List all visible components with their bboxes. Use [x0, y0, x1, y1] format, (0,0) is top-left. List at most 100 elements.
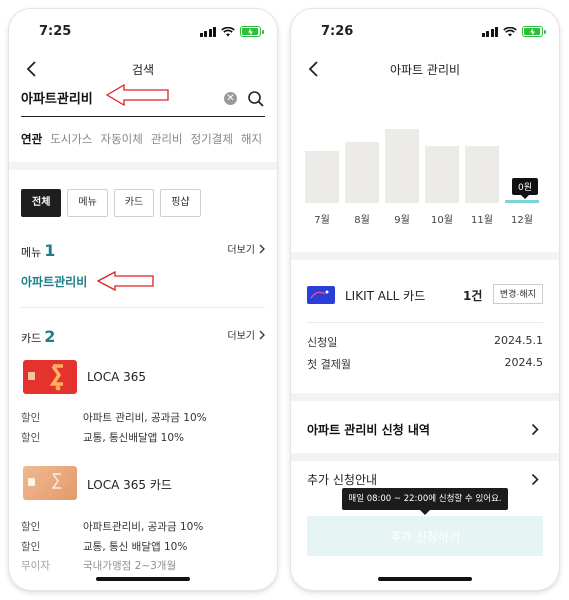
- section-divider: [291, 453, 559, 461]
- card-count: 1건: [463, 289, 483, 303]
- annotation-arrow-menu: [96, 270, 154, 292]
- chart-bar-5[interactable]: [465, 145, 499, 203]
- menu-label: 추가 신청안내: [307, 473, 378, 487]
- card-name[interactable]: LOCA 365: [87, 370, 146, 384]
- filter-shop[interactable]: 핑샵: [160, 189, 201, 217]
- status-bar: 7:25: [9, 9, 277, 49]
- card-benefit-row: 할인 아파트 관리비, 공과금 10%: [21, 410, 207, 425]
- registered-card-row: LIKIT ALL 카드 1건 변경·해지: [307, 284, 543, 306]
- benefit-value: 아파트 관리비, 공과금 10%: [83, 412, 207, 424]
- section-divider: [291, 393, 559, 401]
- info-value: 2024.5.1: [494, 334, 543, 347]
- section-divider: [291, 252, 559, 260]
- loca-365-card-image[interactable]: [23, 360, 77, 394]
- page-title: 아파트 관리비: [389, 63, 461, 77]
- chart-bar-3[interactable]: [385, 129, 419, 203]
- tab-autotransfer[interactable]: 자동이체: [101, 131, 143, 147]
- info-value: 2024.5: [504, 356, 544, 369]
- card-benefit-row: 할인 교통, 통신배달앱 10%: [21, 430, 184, 445]
- card-benefit-row: 할인 교통, 통신 배달앱 10%: [21, 539, 187, 554]
- card-benefit-row: 무이자 국내가맹점 2~3개월: [21, 558, 176, 573]
- chart-x-label: 10월: [431, 215, 453, 226]
- menu-result-item[interactable]: 아파트관리비: [21, 273, 87, 290]
- tab-cancel[interactable]: 해지: [241, 131, 262, 147]
- tab-gas[interactable]: 도시가스: [50, 131, 92, 147]
- related-tabs: 연관 도시가스 자동이체 관리비 정기결제 해지: [21, 131, 262, 147]
- card-section-header: 카드 2 더보기: [21, 327, 265, 346]
- chevron-right-icon: [259, 330, 265, 339]
- page-title: 검색: [131, 63, 155, 77]
- additional-apply-button[interactable]: 추가 신청하기: [307, 516, 543, 556]
- signal-icon: [481, 26, 498, 37]
- nav-bar: 검색: [9, 56, 277, 82]
- search-input[interactable]: [21, 90, 221, 105]
- filter-menu[interactable]: 메뉴: [67, 189, 108, 217]
- chevron-right-icon: [531, 423, 539, 436]
- chart-x-label: 9월: [394, 215, 410, 226]
- chevron-right-icon: [531, 473, 539, 486]
- menu-section-header: 메뉴 1 더보기: [21, 241, 265, 260]
- divider: [21, 307, 265, 308]
- apply-button-label: 추가 신청하기: [389, 529, 461, 544]
- status-bar: 7:26: [291, 9, 559, 49]
- status-icons: [481, 26, 546, 37]
- chart-bar-1[interactable]: [305, 150, 339, 203]
- benefit-key: 무이자: [21, 560, 50, 572]
- loca-365-card-2-image[interactable]: [23, 466, 77, 500]
- card-more-label: 더보기: [227, 331, 255, 342]
- benefit-value: 교통, 통신배달앱 10%: [83, 432, 184, 444]
- availability-tooltip: 매일 08:00 ~ 22:00에 신청할 수 있어요.: [342, 488, 508, 515]
- chart-x-label: 8월: [354, 215, 370, 226]
- chart-x-label: 7월: [314, 215, 330, 226]
- chart-bar-4[interactable]: [425, 145, 459, 203]
- wifi-icon: [503, 26, 517, 36]
- chart-bar-6[interactable]: [505, 200, 539, 203]
- filter-card[interactable]: 카드: [113, 189, 155, 217]
- divider: [307, 322, 543, 323]
- tab-related[interactable]: 연관: [21, 131, 42, 147]
- chart-bar-2[interactable]: [345, 142, 379, 203]
- menu-section-count: 1: [44, 241, 56, 260]
- tab-maintenance-fee[interactable]: 관리비: [151, 131, 183, 147]
- status-time: 7:25: [39, 24, 72, 39]
- chart-x-label: 11월: [471, 215, 493, 226]
- likit-card-thumbnail: [307, 286, 335, 304]
- card-emblem-icon: [28, 473, 61, 489]
- wifi-icon: [221, 26, 235, 36]
- card-section-count: 2: [44, 327, 56, 346]
- card-name[interactable]: LOCA 365 카드: [87, 476, 172, 493]
- application-history-row[interactable]: 아파트 관리비 신청 내역: [307, 421, 543, 441]
- search-screen: 7:25 검색 ✕ 연관 도시가스 자동이체 관리비 정기결제 해지: [9, 9, 277, 590]
- benefit-key: 할인: [21, 521, 41, 533]
- home-indicator: [96, 577, 190, 581]
- apply-date-row: 신청일 2024.5.1: [307, 334, 543, 350]
- apartment-fee-screen: 7:26 아파트 관리비 7월 8월 9월 10월 11월 12월 0원 LIKIT ALL…: [291, 9, 559, 590]
- info-label: 신청일: [307, 336, 338, 349]
- signal-icon: [199, 26, 216, 37]
- menu-more-link[interactable]: 더보기: [227, 241, 265, 256]
- chart-value-tooltip: 0원: [512, 178, 539, 199]
- menu-section-label: 메뉴: [21, 246, 42, 259]
- benefit-value: 국내가맹점 2~3개월: [83, 560, 177, 572]
- nav-bar: 아파트 관리비: [291, 56, 559, 82]
- benefit-key: 할인: [21, 541, 41, 553]
- tab-subscription[interactable]: 정기결제: [191, 131, 233, 147]
- card-benefit-row: 할인 아파트관리비, 공과금 10%: [21, 519, 203, 534]
- battery-icon: [522, 26, 546, 37]
- screenshot-canvas: 7:25 검색 ✕ 연관 도시가스 자동이체 관리비 정기결제 해지: [0, 0, 569, 600]
- benefit-key: 할인: [21, 432, 41, 444]
- filter-all[interactable]: 전체: [21, 189, 62, 217]
- chevron-right-icon: [259, 244, 265, 253]
- home-indicator: [378, 577, 472, 581]
- card-more-link[interactable]: 더보기: [227, 327, 265, 342]
- first-payment-row: 첫 결제월 2024.5: [307, 356, 543, 372]
- card-name: LIKIT ALL 카드: [345, 289, 426, 303]
- change-cancel-button[interactable]: 변경·해지: [492, 284, 543, 304]
- benefit-value: 아파트관리비, 공과금 10%: [83, 521, 204, 533]
- benefit-value: 교통, 통신 배달앱 10%: [83, 541, 188, 553]
- menu-more-label: 더보기: [227, 245, 255, 256]
- search-icon[interactable]: [247, 90, 265, 108]
- filter-chips: 전체 메뉴 카드 핑샵: [21, 189, 201, 217]
- clear-search-icon[interactable]: ✕: [224, 92, 237, 105]
- chart-x-label: 12월: [511, 215, 533, 226]
